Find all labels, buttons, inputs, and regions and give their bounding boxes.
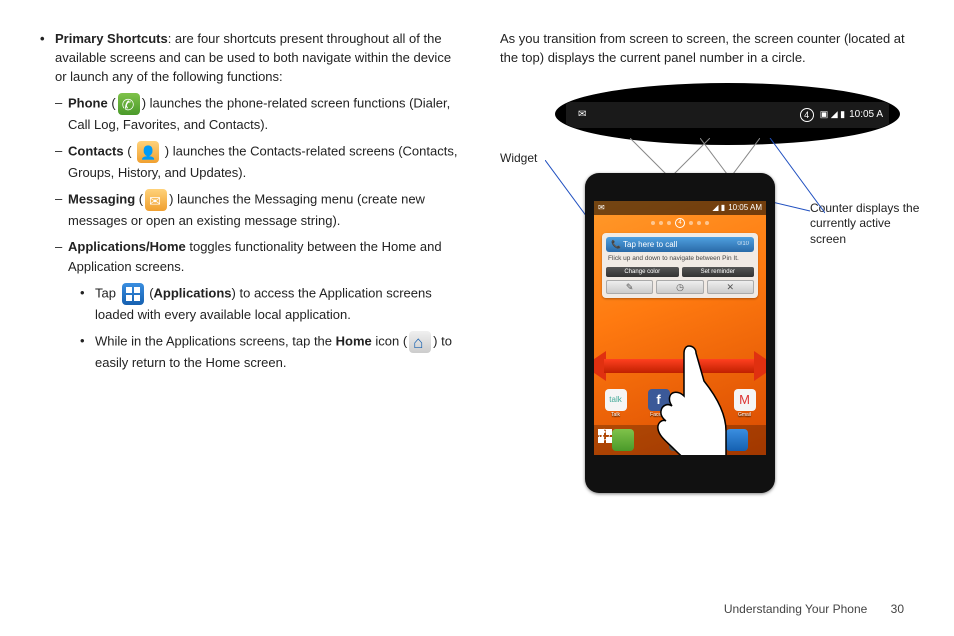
swipe-arrows [594,351,766,381]
phone-screen: ✉ ◢ ▮ 10:05 AM 4 📞 Tap here to call 0/10 [594,201,766,455]
messaging-item: Messaging () launches the Messaging menu… [40,189,460,231]
zoomed-status-content: ✉ 4 ▣ ◢ ▮ 10:05 A [566,102,889,128]
primary-shortcuts-label: Primary Shortcuts [55,31,168,46]
footer-section: Understanding Your Phone [724,602,867,616]
dock [594,425,766,455]
messaging-label: Messaging [68,191,135,206]
home-icon [409,331,431,353]
zoom-connector-left [630,138,710,178]
apps-home-item: Applications/Home toggles functionality … [40,237,460,277]
primary-shortcuts-item: Primary Shortcuts: are four shortcuts pr… [40,30,460,87]
signal-icons: ▣ ◢ ▮ [820,109,845,120]
right-column: As you transition from screen to screen,… [500,30,914,513]
phone-icon [118,93,140,115]
change-color-button: Change color [606,267,679,277]
app-hidden [690,392,714,415]
footer-page-number: 30 [891,602,904,616]
envelope-icon: ✉ [578,109,586,120]
phone-body: ✉ ◢ ▮ 10:05 AM 4 📞 Tap here to call 0/10 [585,173,775,493]
widget-card: 📞 Tap here to call 0/10 Flick up and dow… [602,233,758,298]
contacts-label: Contacts [68,143,124,158]
intro-text: As you transition from screen to screen,… [500,30,914,68]
zoomed-status-bar: ✉ 4 ▣ ◢ ▮ 10:05 A [555,83,900,145]
left-column: Primary Shortcuts: are four shortcuts pr… [40,30,460,513]
tap-applications-item: Tap (Applications) to access the Applica… [40,283,460,325]
status-time-zoomed: 10:05 A [849,109,883,120]
close-icon: ✕ [707,280,754,294]
page-footer: Understanding Your Phone 30 [724,602,904,616]
apps-home-label: Applications/Home [68,239,186,254]
messaging-icon [145,189,167,211]
app-facebook: fFacebo [647,389,671,418]
tap-home-item: While in the Applications screens, tap t… [40,331,460,373]
phone-label: Phone [68,95,108,110]
phone-item: Phone () launches the phone-related scre… [40,93,460,135]
dock-apps-icon [726,429,748,451]
arrow-right-icon [754,351,766,381]
counter-label: Counter displays the currently active sc… [810,201,920,248]
widget-label: Widget [500,151,537,165]
contacts-item: Contacts ( ) launches the Contacts-relat… [40,141,460,183]
set-reminder-button: Set reminder [682,267,755,277]
screen-counter-zoomed: 4 [800,108,814,122]
app-rail: talkTalk fFacebo MGmail [594,389,766,419]
applications-icon [122,283,144,305]
zoom-connector-right [700,138,760,178]
dock-phone-icon [612,429,634,451]
app-talk: talkTalk [604,389,628,418]
dock-middle-icon [669,429,691,451]
clock-icon: ◷ [656,280,703,294]
screen-counter-dots: 4 [594,217,766,229]
active-screen-counter: 4 [675,218,685,228]
app-gmail: MGmail [733,389,757,418]
contacts-icon [137,141,159,163]
phone-status-time: 10:05 AM [728,203,762,212]
edit-icon: ✎ [606,280,653,294]
tap-to-call-bar: 📞 Tap here to call 0/10 [606,237,754,252]
phone-illustration: ✉ 4 ▣ ◢ ▮ 10:05 A Widget Counter display… [500,83,914,513]
flick-text: Flick up and down to navigate between Pi… [606,252,754,265]
phone-statusbar: ✉ ◢ ▮ 10:05 AM [594,201,766,215]
